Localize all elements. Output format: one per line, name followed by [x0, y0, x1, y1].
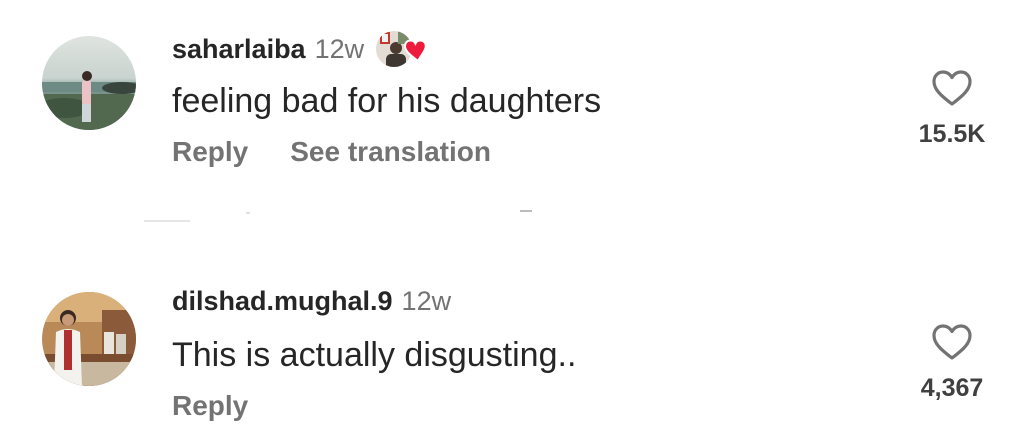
comment-actions: Reply — [172, 390, 248, 422]
woman-profile-photo-icon — [42, 292, 136, 386]
avatar[interactable] — [42, 292, 136, 386]
username[interactable]: dilshad.mughal.9 — [172, 286, 393, 317]
like-count: 15.5K — [918, 120, 986, 148]
comment-header: dilshad.mughal.9 12w — [172, 286, 451, 317]
timestamp: 12w — [401, 286, 452, 316]
timestamp: 12w — [314, 33, 365, 64]
beach-profile-photo-icon — [42, 36, 136, 130]
comment-item: dilshad.mughal.9 12w This is actually di… — [0, 270, 1024, 446]
creator-liked-badge — [374, 28, 430, 70]
username[interactable]: saharlaiba — [172, 34, 306, 65]
reply-button[interactable]: Reply — [172, 136, 248, 168]
like-control: 4,367 — [900, 322, 1004, 403]
comment-item: saharlaiba 12w feeling bad for his daugh… — [0, 0, 1024, 220]
divider — [246, 212, 250, 214]
heart-icon[interactable] — [930, 68, 974, 108]
reply-button[interactable]: Reply — [172, 390, 248, 422]
comment-header: saharlaiba 12w — [172, 28, 430, 70]
divider — [520, 210, 532, 212]
comment-text: This is actually disgusting.. — [172, 336, 577, 374]
heart-icon[interactable] — [930, 322, 974, 362]
see-translation-button[interactable]: See translation — [290, 136, 491, 168]
like-control: 15.5K — [900, 68, 1004, 149]
avatar[interactable] — [42, 36, 136, 130]
like-count: 4,367 — [920, 374, 984, 402]
creator-liked-icon — [374, 29, 427, 69]
divider — [144, 220, 190, 222]
comment-actions: Reply See translation — [172, 136, 491, 168]
comments-list: saharlaiba 12w feeling bad for his daugh… — [0, 0, 1024, 446]
comment-text: feeling bad for his daughters — [172, 82, 602, 120]
